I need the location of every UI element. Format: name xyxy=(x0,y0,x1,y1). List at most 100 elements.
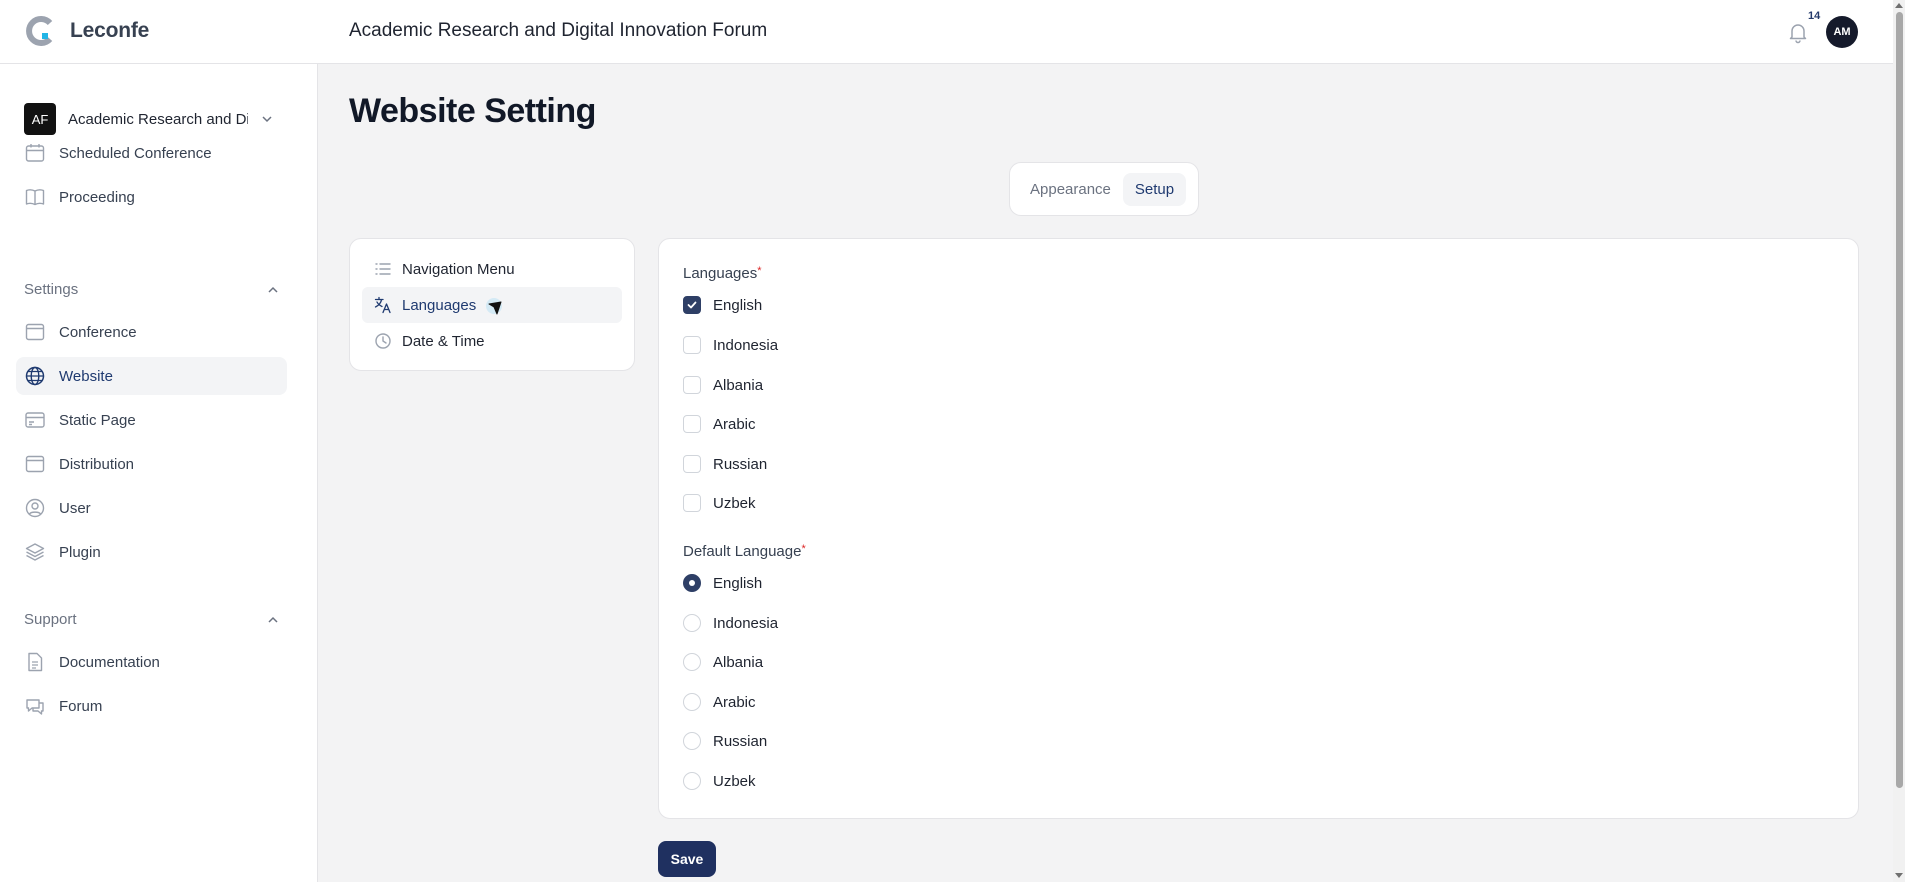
support-group-title: Support xyxy=(24,611,77,628)
sidebar-item-forum[interactable]: Forum xyxy=(16,687,287,725)
sidebar-item-documentation[interactable]: Documentation xyxy=(16,643,287,681)
sidebar: AF Academic Research and Digital Innovat… xyxy=(0,64,318,882)
radio-selected[interactable] xyxy=(683,574,701,592)
default-language-option-indonesia[interactable]: Indonesia xyxy=(683,613,778,633)
checkbox[interactable] xyxy=(683,415,701,433)
subnav-item-navigation-menu[interactable]: Navigation Menu xyxy=(362,251,622,287)
subnav-item-label: Date & Time xyxy=(402,332,485,350)
default-language-option-russian[interactable]: Russian xyxy=(683,731,767,751)
language-option-label: Russian xyxy=(713,455,768,473)
translate-icon xyxy=(374,296,391,314)
check-icon xyxy=(687,301,697,309)
conference-switcher[interactable]: AF Academic Research and Digital Innovat… xyxy=(24,103,280,135)
scroll-up-arrow-icon[interactable] xyxy=(1895,3,1903,8)
default-language-label-text: Default Language xyxy=(683,543,802,560)
sidebar-item-scheduled-conference[interactable]: Scheduled Conference xyxy=(16,134,287,172)
required-mark: * xyxy=(757,265,762,277)
default-language-option-label: Arabic xyxy=(713,693,756,711)
save-button[interactable]: Save xyxy=(658,841,716,877)
book-icon xyxy=(25,189,45,206)
checkbox-checked[interactable] xyxy=(683,296,701,314)
checkbox[interactable] xyxy=(683,494,701,512)
sidebar-item-label: Forum xyxy=(59,697,103,715)
radio[interactable] xyxy=(683,693,701,711)
default-language-option-label: Uzbek xyxy=(713,772,756,790)
document-icon xyxy=(28,652,43,672)
language-option-indonesia[interactable]: Indonesia xyxy=(683,335,778,355)
language-option-label: Uzbek xyxy=(713,494,756,512)
sidebar-item-user[interactable]: User xyxy=(16,489,287,527)
required-mark: * xyxy=(801,543,806,555)
language-option-label: Indonesia xyxy=(713,336,779,354)
sidebar-item-conference[interactable]: Conference xyxy=(16,313,287,351)
page-scrollbar[interactable] xyxy=(1893,0,1905,882)
bell-icon[interactable] xyxy=(1786,20,1810,44)
default-language-option-english[interactable]: English xyxy=(683,573,762,593)
list-icon xyxy=(375,263,391,275)
default-language-option-uzbek[interactable]: Uzbek xyxy=(683,771,756,791)
sidebar-item-label: Plugin xyxy=(59,543,101,561)
window-icon xyxy=(25,455,45,473)
language-option-albania[interactable]: Albania xyxy=(683,375,763,395)
language-option-russian[interactable]: Russian xyxy=(683,454,767,474)
language-option-label: Arabic xyxy=(713,415,756,433)
chevron-up-icon xyxy=(268,616,278,623)
radio[interactable] xyxy=(683,772,701,790)
subnav-item-label: Languages xyxy=(402,296,477,314)
sidebar-item-label: Distribution xyxy=(59,455,135,473)
subnav-item-date-time[interactable]: Date & Time xyxy=(362,323,622,359)
language-option-uzbek[interactable]: Uzbek xyxy=(683,493,756,513)
default-language-option-label: Indonesia xyxy=(713,614,779,632)
chat-icon xyxy=(26,699,44,715)
languages-label-text: Languages xyxy=(683,265,758,282)
brand[interactable]: Leconfe xyxy=(24,15,149,47)
language-option-arabic[interactable]: Arabic xyxy=(683,414,756,434)
sidebar-item-label: User xyxy=(59,499,91,517)
sidebar-item-distribution[interactable]: Distribution xyxy=(16,445,287,483)
sidebar-item-website[interactable]: Website xyxy=(16,357,287,395)
languages-card: Languages* English Indonesia Albania Ara… xyxy=(658,238,1859,819)
layers-icon xyxy=(25,543,45,561)
scroll-thumb[interactable] xyxy=(1896,12,1903,788)
languages-label: Languages* xyxy=(683,265,762,282)
app-name: Leconfe xyxy=(70,19,150,42)
language-option-english[interactable]: English xyxy=(683,295,762,315)
sidebar-item-static-page[interactable]: Static Page xyxy=(16,401,287,439)
sidebar-item-label: Proceeding xyxy=(59,188,135,206)
sidebar-item-label: Website xyxy=(59,367,113,385)
radio[interactable] xyxy=(683,614,701,632)
page-title: Website Setting xyxy=(349,92,596,130)
scroll-down-arrow-icon[interactable] xyxy=(1895,873,1903,878)
checkbox[interactable] xyxy=(683,455,701,473)
conference-name: Academic Research and Digital Innovation… xyxy=(68,110,248,128)
conference-avatar: AF xyxy=(24,103,56,135)
leconfe-logo-icon xyxy=(26,16,53,46)
user-avatar[interactable]: AM xyxy=(1826,16,1858,48)
chevron-up-icon xyxy=(268,286,278,293)
default-language-option-label: Albania xyxy=(713,653,764,671)
default-language-option-arabic[interactable]: Arabic xyxy=(683,692,756,712)
default-language-option-albania[interactable]: Albania xyxy=(683,652,763,672)
user-circle-icon xyxy=(25,498,45,518)
language-option-label: English xyxy=(713,296,763,314)
clock-icon xyxy=(375,333,391,349)
default-language-label: Default Language* xyxy=(683,543,806,560)
checkbox[interactable] xyxy=(683,376,701,394)
sidebar-item-plugin[interactable]: Plugin xyxy=(16,533,287,571)
subnav-item-label: Navigation Menu xyxy=(402,260,515,278)
globe-icon xyxy=(25,366,45,386)
settings-group-header[interactable]: Settings xyxy=(24,281,280,298)
sidebar-item-label: Scheduled Conference xyxy=(59,144,212,162)
radio[interactable] xyxy=(683,732,701,750)
sidebar-item-proceeding[interactable]: Proceeding xyxy=(16,178,287,216)
tab-appearance[interactable]: Appearance xyxy=(1018,173,1123,206)
tab-setup[interactable]: Setup xyxy=(1122,172,1187,206)
settings-group-title: Settings xyxy=(24,281,79,298)
checkbox[interactable] xyxy=(683,336,701,354)
window-icon xyxy=(25,323,45,341)
support-group-header[interactable]: Support xyxy=(24,611,280,628)
mouse-cursor-icon xyxy=(486,298,502,315)
radio[interactable] xyxy=(683,653,701,671)
sidebar-item-label: Documentation xyxy=(59,653,160,671)
header-title: Academic Research and Digital Innovation… xyxy=(349,20,768,41)
